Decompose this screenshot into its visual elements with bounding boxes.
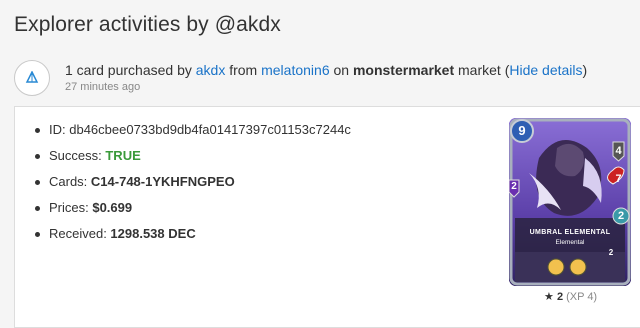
detail-received: Received: 1298.538 DEC	[32, 225, 351, 251]
card-magic: 2	[511, 181, 517, 192]
detail-success: Success: TRUE	[32, 147, 351, 173]
hide-details-link[interactable]: Hide details	[509, 62, 582, 78]
detail-prices: Prices: $0.699	[32, 199, 351, 225]
price-value: $0.699	[92, 200, 133, 215]
market-name: monstermarket	[352, 62, 455, 78]
card-speed: 2	[617, 210, 625, 222]
page-title: Explorer activities by @akdx	[14, 13, 281, 36]
seller-link[interactable]: melatonin6	[261, 62, 330, 78]
card-name: UMBRAL ELEMENTAL	[529, 229, 611, 236]
buyer-link[interactable]: akdx	[196, 62, 226, 78]
card-image[interactable]: 9 4 7 2 2 2 UMBRAL ELEMENTAL Elemental	[509, 118, 631, 286]
detail-id: ID: db46cbee0733bd9db4fa01417397c01153c7…	[32, 121, 351, 147]
card-level-badge: 2	[608, 248, 614, 257]
detail-cards: Cards: C14-748-1YKHFNGPEO	[32, 173, 351, 199]
activity-timestamp: 27 minutes ago	[65, 81, 141, 93]
card-artwork	[509, 118, 631, 286]
received-value: 1298.538 DEC	[110, 226, 196, 241]
star-icon: ★	[544, 291, 554, 303]
activity-summary: 1 card purchased by akdx from melatonin6…	[65, 62, 588, 78]
card-uid: C14-748-1YKHFNGPEO	[90, 174, 235, 189]
card-mana: 9	[518, 123, 526, 138]
card-attack: 4	[615, 145, 622, 157]
card-level: ★ 2 (XP 4)	[544, 291, 598, 303]
details-list: ID: db46cbee0733bd9db4fa01417397c01153c7…	[32, 121, 351, 251]
transaction-id: db46cbee0733bd9db4fa01417397c01153c7244c	[69, 122, 351, 137]
card-type: Elemental	[555, 239, 585, 246]
diamond-icon	[14, 60, 50, 96]
success-status: TRUE	[105, 148, 141, 163]
card-health: 7	[615, 173, 622, 185]
